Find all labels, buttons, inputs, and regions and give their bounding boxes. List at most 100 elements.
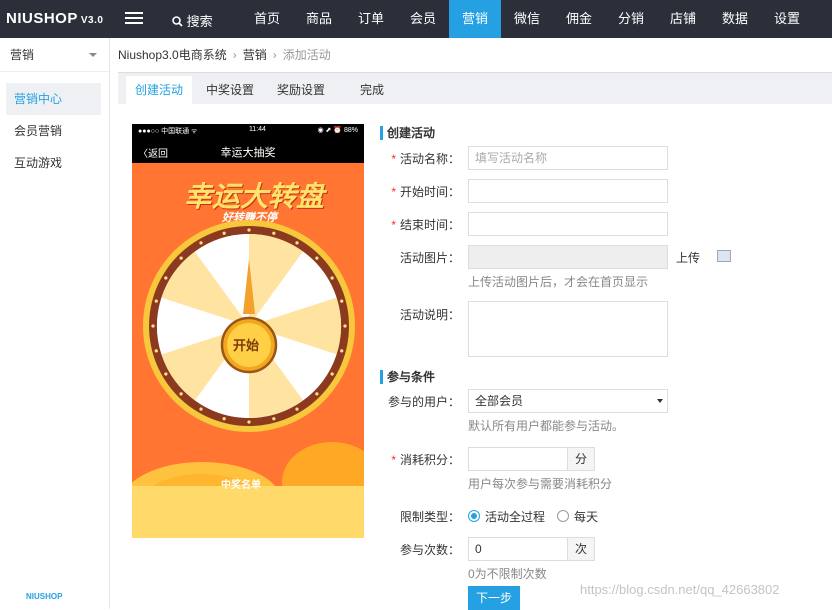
wheel-light	[330, 276, 334, 280]
start-button: 开始	[233, 338, 260, 353]
sidebar-item-0[interactable]: 营销中心	[6, 83, 101, 115]
section-title-create: 创建活动	[380, 126, 435, 140]
start-time-input[interactable]	[468, 179, 668, 203]
participation-times-input[interactable]: 0	[468, 537, 568, 561]
limit-whole-label[interactable]: 活动全过程	[485, 508, 545, 525]
wheel-light	[154, 349, 158, 353]
participant-users-hint: 默认所有用户都能参与活动。	[468, 419, 625, 433]
phone-preview: ●●●○○ 中国联通 ᯤ 11:44 ◉ ⬈ ⏰ 88% 〈返回 幸运大抽奖 幸…	[132, 124, 364, 538]
tab-finish[interactable]: 完成	[360, 76, 384, 105]
image-hint: 上传活动图片后，才会在首页显示	[468, 275, 649, 289]
description-label: 活动说明：	[399, 308, 460, 322]
points-cost-hint: 用户每次参与需要消耗积分	[468, 477, 613, 491]
search-icon	[172, 16, 183, 27]
bottom-panel	[132, 486, 364, 538]
wheel-light	[340, 299, 344, 303]
wheel-light	[343, 324, 347, 328]
activity-name-input[interactable]: 填写活动名称	[468, 146, 668, 170]
niushop-logo[interactable]: NIUSHOP V3.0	[6, 10, 103, 27]
version-label: V3.0	[80, 15, 104, 26]
end-time-input[interactable]	[468, 212, 668, 236]
sidebar-item-2[interactable]: 互动游戏	[6, 147, 101, 179]
wheel-light	[340, 349, 344, 353]
step-tabs: 创建活动 中奖设置 奖励设置 完成	[118, 72, 832, 105]
wheel-light	[247, 228, 251, 232]
points-cost-label: * 消耗积分：	[391, 453, 460, 467]
sidebar-header-dropdown[interactable]: 营销	[0, 38, 109, 72]
breadcrumb-item-current: 添加活动	[282, 48, 331, 62]
phone-status-bar: ●●●○○ 中国联通 ᯤ 11:44 ◉ ⬈ ⏰ 88%	[132, 124, 364, 137]
start-time-label: * 开始时间：	[391, 185, 460, 199]
tab-prize-settings[interactable]: 中奖设置	[206, 76, 254, 105]
wheel-light	[199, 407, 203, 411]
section-title-conditions: 参与条件	[380, 370, 435, 384]
winners-list-label: 中奖名单	[221, 480, 261, 491]
wheel-light	[222, 417, 226, 421]
status-time: 11:44	[248, 126, 266, 133]
phone-title: 幸运大抽奖	[220, 147, 276, 159]
next-step-button[interactable]: 下一步	[468, 586, 520, 610]
nav-item-5[interactable]: 微信	[501, 0, 553, 38]
chevron-down-icon	[657, 399, 663, 406]
wheel-light	[179, 256, 183, 260]
wheel-light	[151, 324, 155, 328]
nav-item-2[interactable]: 订单	[345, 0, 397, 38]
wheel-light	[199, 241, 203, 245]
times-unit-addon: 次	[568, 537, 596, 561]
breadcrumb-item-marketing[interactable]: 营销	[243, 48, 267, 62]
limit-type-label: 限制类型：	[399, 510, 460, 524]
logo-text: NIUSHOP	[6, 10, 78, 27]
limit-whole-radio[interactable]	[468, 510, 480, 522]
wheel-light	[164, 372, 168, 376]
participant-users-value: 全部会员	[475, 394, 524, 408]
activity-name-label: * 活动名称：	[391, 152, 460, 166]
phone-nav-bar: 〈返回 幸运大抽奖	[132, 137, 364, 163]
wheel-light	[315, 392, 319, 396]
wheel-light	[330, 372, 334, 376]
breadcrumb: Niushop3.0电商系统 › 营销 › 添加活动	[118, 38, 331, 72]
tab-reward-settings[interactable]: 奖励设置	[277, 76, 325, 105]
sidebar: 营销 营销中心 会员营销 互动游戏 NIUSHOP	[0, 38, 110, 609]
participation-times-hint: 0为不限制次数	[468, 567, 547, 581]
search-button[interactable]: 搜索	[172, 11, 213, 30]
wheel-light	[295, 407, 299, 411]
nav-item-9[interactable]: 数据	[709, 0, 761, 38]
wheel-light	[272, 417, 276, 421]
points-cost-input[interactable]	[468, 447, 568, 471]
breadcrumb-separator: ›	[272, 48, 277, 62]
description-textarea[interactable]	[468, 301, 668, 357]
participation-times-label: 参与次数：	[399, 543, 460, 557]
wheel-light	[295, 241, 299, 245]
nav-item-7[interactable]: 分销	[605, 0, 657, 38]
breadcrumb-item-home[interactable]: Niushop3.0电商系统	[118, 48, 227, 62]
nav-item-8[interactable]: 店铺	[657, 0, 709, 38]
main-nav: 首页 商品 订单 会员 营销 微信 佣金 分销 店铺 数据 设置	[241, 0, 813, 38]
participant-users-label: 参与的用户：	[387, 395, 460, 409]
nav-item-4[interactable]: 营销	[449, 0, 501, 38]
wheel-light	[154, 299, 158, 303]
wheel-light	[164, 276, 168, 280]
points-unit-addon: 分	[568, 447, 596, 471]
sidebar-item-1[interactable]: 会员营销	[6, 115, 101, 147]
tab-create-activity[interactable]: 创建活动	[126, 76, 193, 105]
limit-daily-label[interactable]: 每天	[574, 508, 598, 525]
wheel-light	[272, 231, 276, 235]
wheel-light	[222, 231, 226, 235]
wheel-light	[179, 392, 183, 396]
nav-item-10[interactable]: 设置	[761, 0, 813, 38]
limit-daily-radio[interactable]	[557, 510, 569, 522]
watermark: https://blog.csdn.net/qq_42663802	[580, 582, 780, 597]
upload-button[interactable]: 上传	[676, 249, 700, 266]
nav-item-0[interactable]: 首页	[241, 0, 293, 38]
nav-item-1[interactable]: 商品	[293, 0, 345, 38]
activity-image-field	[468, 245, 668, 269]
status-battery: ◉ ⬈ ⏰ 88%	[317, 127, 358, 134]
menu-icon[interactable]	[125, 9, 143, 27]
image-icon[interactable]	[717, 250, 731, 262]
end-time-label: * 结束时间：	[391, 218, 460, 232]
wheel-light	[247, 420, 251, 424]
nav-item-6[interactable]: 佣金	[553, 0, 605, 38]
sidebar-footer-logo: NIUSHOP	[26, 592, 63, 601]
participant-users-select[interactable]: 全部会员	[468, 389, 668, 413]
nav-item-3[interactable]: 会员	[397, 0, 449, 38]
